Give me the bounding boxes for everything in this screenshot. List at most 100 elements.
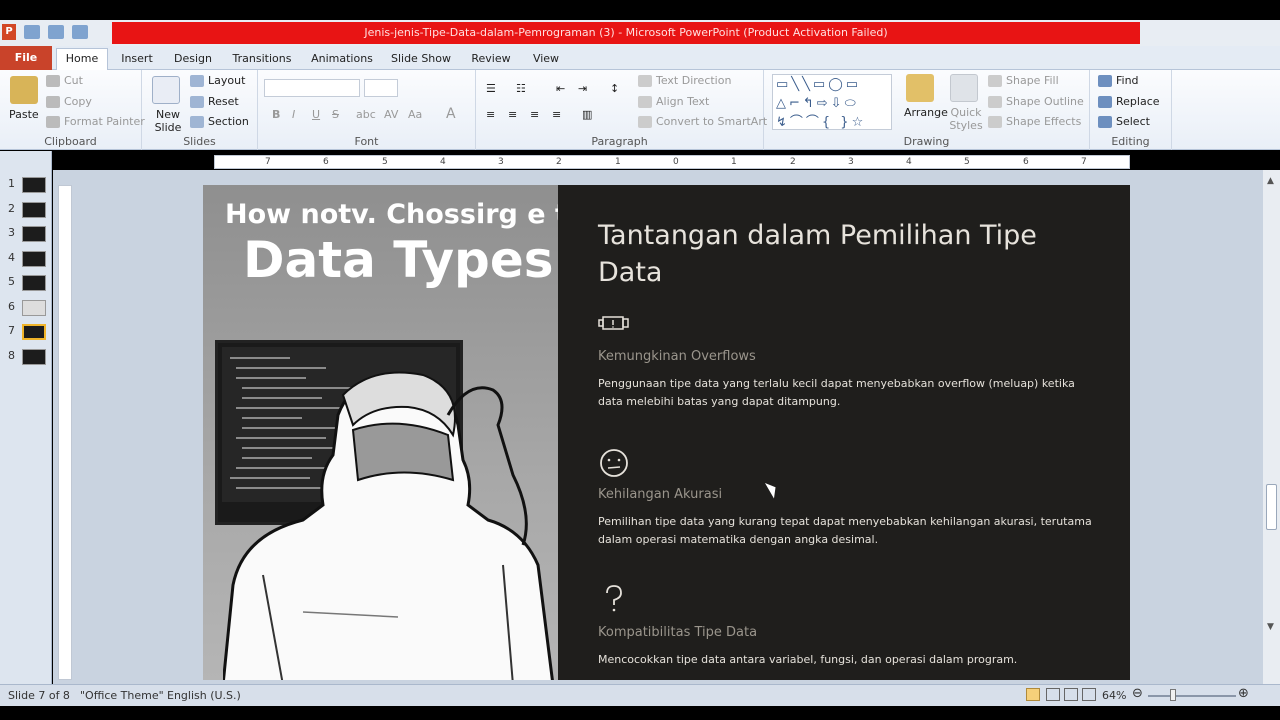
quick-styles-button[interactable]: Quick Styles	[946, 106, 986, 132]
tab-view[interactable]: View	[526, 50, 566, 70]
zoom-slider[interactable]	[1148, 695, 1236, 697]
bullets-icon[interactable]: ☰	[486, 82, 496, 95]
align-right-icon[interactable]: ≡	[530, 108, 539, 121]
tab-review[interactable]: Review	[466, 50, 516, 70]
line-spacing-icon[interactable]: ↕	[610, 82, 619, 95]
slide-canvas[interactable]: How notv. Chossirg e the Data Types	[203, 185, 1130, 680]
cut-button[interactable]: Cut	[46, 74, 83, 87]
slide-title[interactable]: Tantangan dalam Pemilihan Tipe Data	[598, 217, 1058, 291]
shape-effects-button[interactable]: Shape Effects	[988, 115, 1081, 128]
redo-icon[interactable]	[72, 25, 88, 39]
language-indicator[interactable]: English (U.S.)	[167, 689, 241, 702]
thumb-number: 6	[8, 300, 15, 313]
section-button[interactable]: Section	[190, 115, 249, 128]
slide-sorter-icon[interactable]	[1046, 688, 1060, 701]
powerpoint-app-icon[interactable]: P	[2, 24, 16, 40]
vertical-scrollbar[interactable]: ▲ ▼	[1263, 170, 1280, 684]
normal-view-icon[interactable]	[1026, 688, 1040, 701]
slide-thumbnail-1[interactable]	[22, 177, 46, 193]
slide-thumbnail-5[interactable]	[22, 275, 46, 291]
increase-indent-icon[interactable]: ⇥	[578, 82, 587, 95]
editing-group: Find Replace Select Editing	[1090, 70, 1172, 150]
theme-name[interactable]: "Office Theme"	[80, 689, 164, 702]
title-bar: P Jenis-jenis-Tipe-Data-dalam-Pemrograma…	[0, 20, 1280, 46]
reading-view-icon[interactable]	[1064, 688, 1078, 701]
bold-button[interactable]: B	[272, 108, 280, 121]
tab-insert[interactable]: Insert	[114, 50, 160, 70]
tab-design[interactable]: Design	[168, 50, 218, 70]
slide-thumbnail-7[interactable]	[22, 324, 46, 340]
shape-fill-button[interactable]: Shape Fill	[988, 74, 1059, 87]
scrollbar-thumb[interactable]	[1266, 484, 1277, 530]
copy-button[interactable]: Copy	[46, 95, 92, 108]
zoom-slider-handle[interactable]	[1170, 689, 1176, 701]
paste-button[interactable]: Paste	[9, 108, 39, 121]
new-slide-icon[interactable]	[152, 76, 180, 104]
slide-thumbnail-6[interactable]	[22, 300, 46, 316]
slide-thumbnail-3[interactable]	[22, 226, 46, 242]
find-button[interactable]: Find	[1098, 74, 1139, 87]
italic-button[interactable]: I	[292, 108, 295, 121]
align-text-button[interactable]: Align Text	[638, 95, 709, 108]
select-button[interactable]: Select	[1098, 115, 1150, 128]
text-direction-button[interactable]: Text Direction	[638, 74, 731, 87]
slide-thumbnail-8[interactable]	[22, 349, 46, 365]
ruler-tick-label: 2	[556, 157, 562, 167]
justify-icon[interactable]: ≡	[552, 108, 561, 121]
tab-transitions[interactable]: Transitions	[228, 50, 296, 70]
replace-button[interactable]: Replace	[1098, 95, 1160, 108]
underline-button[interactable]: U	[312, 108, 320, 121]
zoom-out-icon[interactable]: ⊖	[1132, 686, 1143, 701]
effects-icon	[988, 116, 1002, 128]
shape-outline-button[interactable]: Shape Outline	[988, 95, 1084, 108]
format-painter-button[interactable]: Format Painter	[46, 115, 145, 128]
slide-show-icon[interactable]	[1082, 688, 1096, 701]
reset-button[interactable]: Reset	[190, 95, 239, 108]
slide-thumbnail-2[interactable]	[22, 202, 46, 218]
horizontal-ruler: 7 6 5 4 3 2 1 0 1 2 3 4 5 6 7	[214, 155, 1130, 169]
window-title: Jenis-jenis-Tipe-Data-dalam-Pemrograman …	[112, 22, 1140, 44]
ruler-tick-label: 1	[731, 157, 737, 167]
reset-icon	[190, 96, 204, 108]
brush-icon	[46, 116, 60, 128]
convert-smartart-button[interactable]: Convert to SmartArt	[638, 115, 767, 128]
font-name-input[interactable]	[264, 79, 360, 97]
illustration-heading-big: Data Types	[243, 231, 554, 289]
editing-label: Editing	[1111, 135, 1150, 148]
zoom-level[interactable]: 64%	[1102, 689, 1126, 702]
neutral-face-icon	[600, 449, 628, 477]
section-heading-overflows: Kemungkinan Overflows	[598, 349, 756, 364]
paste-icon[interactable]	[10, 76, 38, 104]
new-slide-button[interactable]: New Slide	[148, 108, 188, 134]
section-heading-compatibility: Kompatibilitas Tipe Data	[598, 625, 758, 640]
columns-icon[interactable]: ▥	[582, 108, 592, 121]
font-size-input[interactable]	[364, 79, 398, 97]
shadow-button[interactable]: abc	[356, 108, 376, 121]
programmer-illustration	[223, 371, 554, 680]
shapes-gallery[interactable]: ▭╲╲▭◯▭ △⌐↰⇨⇩⬭ ↯⌒⌒{ }☆	[772, 74, 892, 130]
layout-button[interactable]: Layout	[190, 74, 245, 87]
arrange-icon[interactable]	[906, 74, 934, 102]
align-center-icon[interactable]: ≡	[508, 108, 517, 121]
decrease-indent-icon[interactable]: ⇤	[556, 82, 565, 95]
strikethrough-button[interactable]: S	[332, 108, 339, 121]
file-tab[interactable]: File	[0, 46, 52, 70]
slide-count: Slide 7 of 8	[8, 689, 70, 702]
tab-animations[interactable]: Animations	[308, 50, 376, 70]
tab-slide-show[interactable]: Slide Show	[388, 50, 454, 70]
tab-home[interactable]: Home	[56, 48, 108, 71]
character-spacing-button[interactable]: AV	[384, 108, 398, 121]
font-color-button[interactable]: A	[446, 106, 456, 122]
scroll-down-icon[interactable]: ▼	[1267, 622, 1274, 632]
zoom-in-icon[interactable]: ⊕	[1238, 686, 1249, 701]
quick-styles-icon[interactable]	[950, 74, 978, 102]
scroll-up-icon[interactable]: ▲	[1267, 176, 1274, 186]
align-left-icon[interactable]: ≡	[486, 108, 495, 121]
numbering-icon[interactable]: ☷	[516, 82, 526, 95]
arrange-button[interactable]: Arrange	[904, 106, 948, 119]
undo-icon[interactable]	[48, 25, 64, 39]
thumb-number: 5	[8, 275, 15, 288]
save-icon[interactable]	[24, 25, 40, 39]
slide-thumbnail-4[interactable]	[22, 251, 46, 267]
change-case-button[interactable]: Aa	[408, 108, 422, 121]
